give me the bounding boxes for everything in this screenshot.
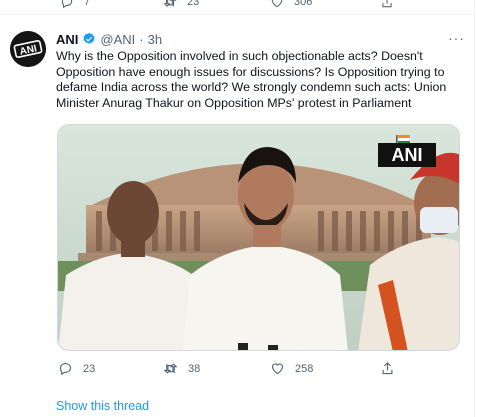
retweet-icon xyxy=(163,0,177,7)
tweet-actions: 23 38 258 xyxy=(0,361,477,377)
share-icon xyxy=(382,0,392,8)
retweet-count: 38 xyxy=(188,362,201,375)
share-button[interactable] xyxy=(380,361,395,376)
prev-like-count: 306 xyxy=(294,0,313,8)
tweet-header: ANI @ANI · 3h xyxy=(56,31,162,47)
heart-icon xyxy=(271,0,283,8)
reply-button[interactable]: 23 xyxy=(58,361,95,376)
author-name[interactable]: ANI xyxy=(56,32,78,47)
retweet-button[interactable]: 38 xyxy=(163,361,200,376)
media-watermark: ANI xyxy=(392,145,423,165)
ani-avatar[interactable]: ANI xyxy=(10,31,46,67)
share-icon xyxy=(382,362,393,375)
verified-badge-icon xyxy=(82,32,96,46)
reply-icon xyxy=(61,0,73,9)
tweet-text: Why is the Opposition involved in such o… xyxy=(56,49,447,110)
reply-count: 23 xyxy=(83,362,96,375)
retweet-icon xyxy=(163,363,178,374)
heart-icon xyxy=(271,363,284,375)
author-handle[interactable]: @ANI xyxy=(100,32,135,47)
tweet-media-image[interactable]: ANI xyxy=(57,124,460,351)
prev-retweet-button[interactable]: 23 xyxy=(163,0,199,9)
separator-dot: · xyxy=(139,31,144,47)
like-count: 258 xyxy=(295,362,314,375)
prev-like-button[interactable]: 306 xyxy=(270,0,312,9)
prev-reply-button[interactable]: 7 xyxy=(60,0,90,9)
more-options-icon[interactable]: ··· xyxy=(448,30,465,46)
timeline-right-border xyxy=(474,0,475,417)
tweet-timestamp[interactable]: 3h xyxy=(148,32,162,47)
reply-icon xyxy=(59,362,72,376)
show-thread-link[interactable]: Show this thread xyxy=(56,399,149,413)
prev-share-button[interactable] xyxy=(380,0,394,9)
prev-reply-count: 7 xyxy=(84,0,91,8)
like-button[interactable]: 258 xyxy=(270,361,313,376)
prev-retweet-count: 23 xyxy=(187,0,200,8)
